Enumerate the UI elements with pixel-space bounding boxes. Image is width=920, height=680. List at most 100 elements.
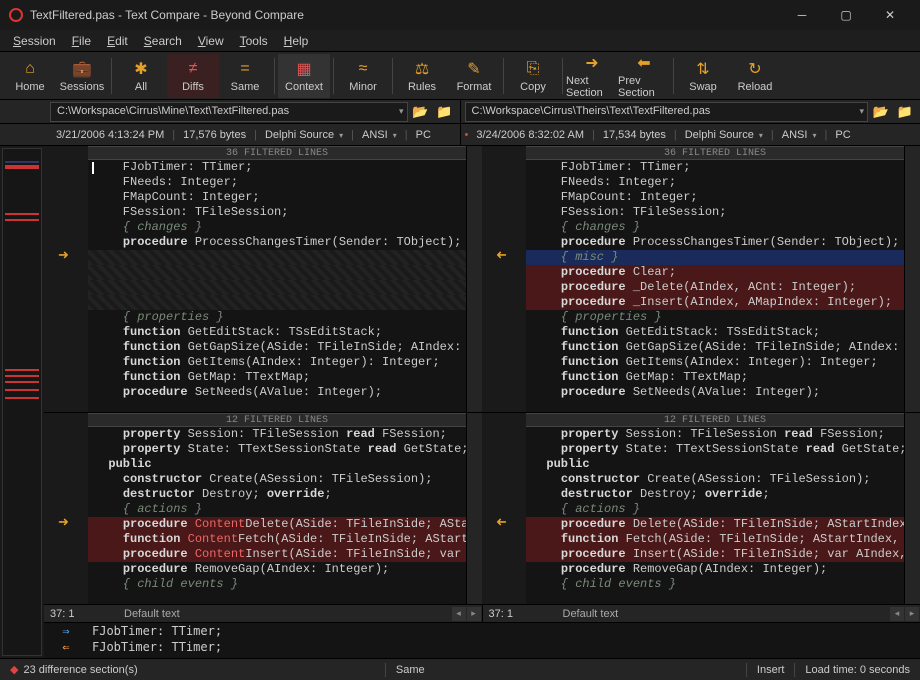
- code-line[interactable]: [88, 280, 466, 295]
- menu-search[interactable]: Search: [137, 32, 189, 50]
- code-line[interactable]: procedure _Delete(AIndex, ACnt: Integer)…: [526, 280, 904, 295]
- right-path-input[interactable]: C:\Workspace\Cirrus\Theirs\Text\TextFilt…: [465, 102, 869, 122]
- code-line[interactable]: { actions }: [88, 502, 466, 517]
- reload-button[interactable]: ↻Reload: [729, 54, 781, 98]
- code-line[interactable]: property State: TTextSessionState read G…: [526, 442, 904, 457]
- code-line[interactable]: public: [88, 457, 466, 472]
- right-code-2[interactable]: 12 FILTERED LINES property Session: TFil…: [526, 413, 904, 604]
- left-encoding-dropdown[interactable]: ANSI ▾: [362, 129, 397, 141]
- code-line[interactable]: procedure ProcessChangesTimer(Sender: TO…: [526, 235, 904, 250]
- code-line[interactable]: { changes }: [88, 220, 466, 235]
- left-code-2[interactable]: 12 FILTERED LINES property Session: TFil…: [88, 413, 466, 604]
- maximize-button[interactable]: ▢: [824, 0, 868, 30]
- code-line[interactable]: { child events }: [88, 577, 466, 592]
- context-button[interactable]: ▦Context: [278, 54, 330, 98]
- code-line[interactable]: { actions }: [526, 502, 904, 517]
- code-line[interactable]: { changes }: [526, 220, 904, 235]
- code-line[interactable]: function GetEditStack: TSsEditStack;: [526, 325, 904, 340]
- fold-separator[interactable]: 12 FILTERED LINES: [88, 413, 466, 427]
- prev-section-button[interactable]: ⬅Prev Section: [618, 54, 670, 98]
- code-line[interactable]: [88, 295, 466, 310]
- all-button[interactable]: ✱All: [115, 54, 167, 98]
- code-line[interactable]: function GetGapSize(ASide: TFileInSide; …: [88, 340, 466, 355]
- left-lang-dropdown[interactable]: Delphi Source ▾: [265, 129, 343, 141]
- fold-separator[interactable]: 36 FILTERED LINES: [88, 146, 466, 160]
- code-line[interactable]: property State: TTextSessionState read G…: [88, 442, 466, 457]
- code-line[interactable]: function Fetch(ASide: TFileInSide; AStar…: [526, 532, 904, 547]
- code-line[interactable]: FNeeds: Integer;: [526, 175, 904, 190]
- code-line[interactable]: [88, 250, 466, 265]
- right-lang-dropdown[interactable]: Delphi Source ▾: [685, 129, 763, 141]
- code-line[interactable]: FMapCount: Integer;: [88, 190, 466, 205]
- close-button[interactable]: ✕: [868, 0, 912, 30]
- code-line[interactable]: function GetMap: TTextMap;: [88, 370, 466, 385]
- code-line[interactable]: function GetItems(AIndex: Integer): Inte…: [88, 355, 466, 370]
- code-line[interactable]: { child events }: [526, 577, 904, 592]
- code-line[interactable]: public: [526, 457, 904, 472]
- code-line[interactable]: procedure SetNeeds(AValue: Integer);: [526, 385, 904, 400]
- left-code[interactable]: 36 FILTERED LINES FJobTimer: TTimer; FNe…: [88, 146, 466, 412]
- menu-help[interactable]: Help: [277, 32, 316, 50]
- swap-button[interactable]: ⇅Swap: [677, 54, 729, 98]
- code-line[interactable]: procedure RemoveGap(AIndex: Integer);: [526, 562, 904, 577]
- code-line[interactable]: function ContentFetch(ASide: TFileInSide…: [88, 532, 466, 547]
- menu-view[interactable]: View: [191, 32, 231, 50]
- code-line[interactable]: FSession: TFileSession;: [88, 205, 466, 220]
- code-line[interactable]: constructor Create(ASession: TFileSessio…: [526, 472, 904, 487]
- code-line[interactable]: procedure ProcessChangesTimer(Sender: TO…: [88, 235, 466, 250]
- code-line[interactable]: procedure Insert(ASide: TFileInSide; var…: [526, 547, 904, 562]
- code-line[interactable]: { misc }: [526, 250, 904, 265]
- code-line[interactable]: FSession: TFileSession;: [526, 205, 904, 220]
- menu-file[interactable]: File: [65, 32, 98, 50]
- code-line[interactable]: procedure ContentDelete(ASide: TFileInSi…: [88, 517, 466, 532]
- left-show-in-folder-icon[interactable]: 📁: [434, 102, 456, 122]
- merge-arrow-right-icon[interactable]: ⇒: [44, 624, 88, 638]
- menu-session[interactable]: Session: [6, 32, 63, 50]
- sessions-button[interactable]: 💼Sessions: [56, 54, 108, 98]
- merge-panel[interactable]: ⇒FJobTimer: TTimer;⇐FJobTimer: TTimer;: [44, 622, 920, 658]
- code-line[interactable]: procedure _Insert(AIndex, AMapIndex: Int…: [526, 295, 904, 310]
- minimize-button[interactable]: ─: [780, 0, 824, 30]
- code-line[interactable]: FNeeds: Integer;: [88, 175, 466, 190]
- code-line[interactable]: procedure SetNeeds(AValue: Integer);: [88, 385, 466, 400]
- right-hscrollbar[interactable]: ◂▸: [618, 607, 920, 621]
- right-scrollbar[interactable]: [904, 146, 920, 412]
- code-line[interactable]: property Session: TFileSession read FSes…: [88, 427, 466, 442]
- code-line[interactable]: function GetGapSize(ASide: TFileInSide; …: [526, 340, 904, 355]
- left-scrollbar[interactable]: [466, 146, 482, 412]
- code-line[interactable]: [88, 265, 466, 280]
- code-line[interactable]: procedure RemoveGap(AIndex: Integer);: [88, 562, 466, 577]
- right-browse-icon[interactable]: 📂: [870, 102, 892, 122]
- code-line[interactable]: procedure Clear;: [526, 265, 904, 280]
- right-scrollbar-2[interactable]: [904, 413, 920, 604]
- left-browse-icon[interactable]: 📂: [410, 102, 432, 122]
- code-line[interactable]: procedure ContentInsert(ASide: TFileInSi…: [88, 547, 466, 562]
- home-button[interactable]: ⌂Home: [4, 54, 56, 98]
- rules-button[interactable]: ⚖Rules: [396, 54, 448, 98]
- code-line[interactable]: { properties }: [88, 310, 466, 325]
- code-line[interactable]: destructor Destroy; override;: [88, 487, 466, 502]
- menu-edit[interactable]: Edit: [100, 32, 135, 50]
- code-line[interactable]: function GetMap: TTextMap;: [526, 370, 904, 385]
- left-lineending-dropdown[interactable]: PC: [416, 129, 431, 141]
- fold-separator[interactable]: 12 FILTERED LINES: [526, 413, 904, 427]
- code-line[interactable]: FJobTimer: TTimer;: [526, 160, 904, 175]
- right-code[interactable]: 36 FILTERED LINES FJobTimer: TTimer; FNe…: [526, 146, 904, 412]
- code-line[interactable]: destructor Destroy; override;: [526, 487, 904, 502]
- code-line[interactable]: property Session: TFileSession read FSes…: [526, 427, 904, 442]
- left-scrollbar-2[interactable]: [466, 413, 482, 604]
- same-button[interactable]: =Same: [219, 54, 271, 98]
- code-line[interactable]: FJobTimer: TTimer;: [88, 160, 466, 175]
- code-line[interactable]: constructor Create(ASession: TFileSessio…: [88, 472, 466, 487]
- code-line[interactable]: { properties }: [526, 310, 904, 325]
- left-path-input[interactable]: C:\Workspace\Cirrus\Mine\Text\TextFilter…: [50, 102, 408, 122]
- next-section-button[interactable]: ➜Next Section: [566, 54, 618, 98]
- merge-arrow-left-icon[interactable]: ⇐: [44, 640, 88, 654]
- code-line[interactable]: function GetEditStack: TSsEditStack;: [88, 325, 466, 340]
- overview-gutter[interactable]: [0, 146, 44, 658]
- minor-button[interactable]: ≈Minor: [337, 54, 389, 98]
- menu-tools[interactable]: Tools: [233, 32, 275, 50]
- right-lineending-dropdown[interactable]: PC: [835, 129, 850, 141]
- fold-separator[interactable]: 36 FILTERED LINES: [526, 146, 904, 160]
- code-line[interactable]: FMapCount: Integer;: [526, 190, 904, 205]
